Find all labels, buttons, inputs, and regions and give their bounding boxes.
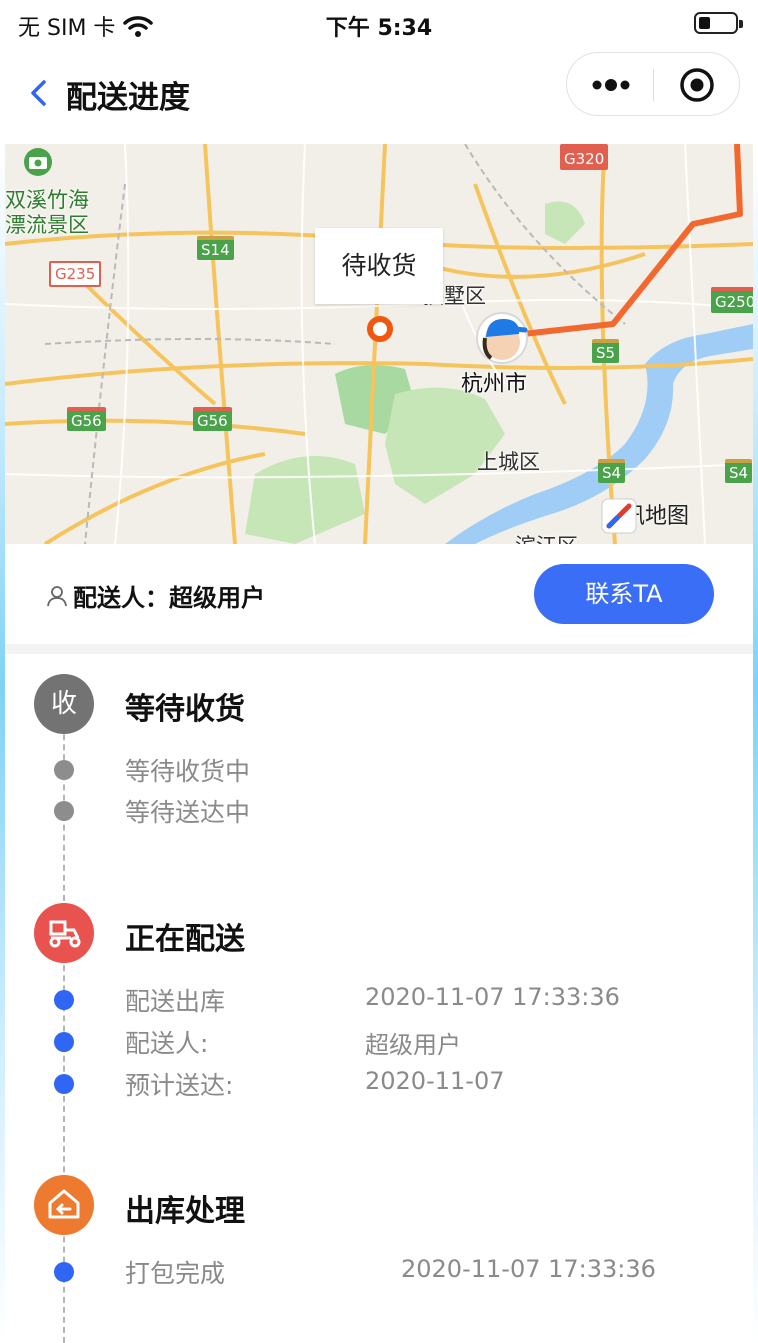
stage-title: 等待收货 [125,692,245,727]
status-time: 下午 5:34 [325,16,433,41]
timeline-item-value: 2020-11-07 17:33:36 [401,1255,656,1283]
timeline-dot [54,1032,74,1052]
more-dots-icon[interactable] [591,75,631,95]
delivering-stage-icon [34,903,94,963]
timeline-dot [54,990,74,1010]
timeline-dot [54,1074,74,1094]
contact-courier-button[interactable]: 联系TA [534,564,714,624]
page-title: 配送进度 [66,80,190,116]
delivery-timeline: 收 等待收货 等待收货中 等待送达中 正在配送 配送出库 2020-11-07 … [5,654,753,1343]
road-shield: G56 [193,407,232,431]
road-shield: G250 [711,287,753,313]
timeline-line [63,694,65,1343]
outbound-stage-icon [34,1175,94,1235]
road-shield: S5 [592,339,620,363]
road-shield: G235 [49,261,102,287]
road-shield: S14 [197,236,234,260]
scenic-camera-icon [24,148,52,176]
timeline-item-label: 预计送达: [125,1071,234,1100]
mini-program-capsule [566,52,740,116]
major-roads [5,144,753,544]
timeline-item-value: 2020-11-07 17:33:36 [365,983,620,1011]
timeline-dot [54,1262,74,1282]
timeline-item-label: 等待收货中 [125,757,251,786]
person-icon [47,585,67,606]
road-shield: G56 [67,407,106,431]
back-chevron-icon[interactable] [26,78,52,108]
status-bar: 无 SIM 卡 下午 5:34 [0,0,758,48]
timeline-item-value: 2020-11-07 [365,1067,505,1095]
courier-info: 配送人：超级用户 [45,578,265,613]
timeline-dot [54,801,74,821]
forest-area [245,456,365,544]
compass-icon[interactable] [601,498,637,534]
scenic-label: 双溪竹海 漂流景区 [5,188,89,237]
receive-stage-icon: 收 [34,674,94,734]
timeline-item-value: 超级用户 [365,1031,461,1059]
battery-level [699,17,710,29]
city-label: 杭州市 [461,372,528,397]
road-shield: G320 [560,144,609,170]
close-target-icon[interactable] [679,67,715,103]
minor-roads [5,144,753,544]
stage-title: 正在配送 [125,922,245,957]
section-divider [5,644,753,654]
map-provider-logo: 腾讯地图 [601,498,689,534]
courier-row: 配送人：超级用户 联系TA [5,544,753,644]
courier-avatar-marker[interactable] [476,312,528,364]
timeline-item-label: 配送出库 [125,987,226,1016]
nav-bar: 配送进度 [0,48,758,140]
timeline-item-label: 打包完成 [125,1259,226,1288]
destination-marker[interactable] [367,316,393,342]
road-shield: S4 [725,459,753,483]
warehouse-out-icon [48,1189,80,1219]
stage-title: 出库处理 [125,1194,245,1229]
district-label: 滨江区 [515,530,578,544]
road-shield: S4 [598,459,626,483]
district-label: 上城区 [477,450,540,474]
timeline-item-label: 配送人: [125,1029,209,1058]
map-background [5,144,753,544]
courier-label: 配送人：超级用户 [73,584,265,612]
timeline-dot [54,760,74,780]
delivery-map[interactable]: 双溪竹海 漂流景区 G320 S14 G235 G250 S5 G56 G56 … [5,144,753,544]
timeline-item-label: 等待送达中 [125,798,251,827]
destination-callout: 待收货 [315,228,443,304]
scooter-icon [49,920,81,948]
battery-icon [694,12,743,34]
